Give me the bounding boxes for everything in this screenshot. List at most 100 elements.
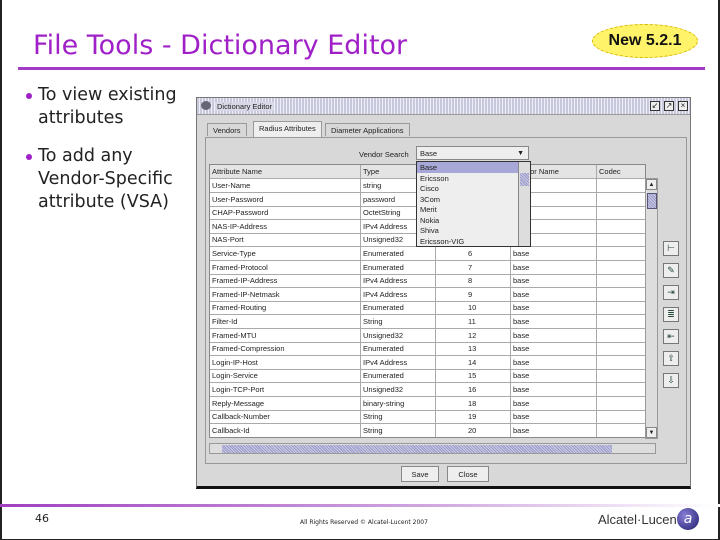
table-row[interactable]: Framed-MTU Unsigned32 12 base xyxy=(210,329,645,343)
table-row[interactable]: Login-TCP-Port Unsigned32 16 base xyxy=(210,383,645,397)
table-cell: 9 xyxy=(468,289,473,299)
table-cell: 16 xyxy=(468,385,477,394)
edit-icon[interactable]: ✎ xyxy=(663,263,679,278)
table-cell: Service-Type xyxy=(212,249,256,258)
table-cell: 11 xyxy=(468,317,476,326)
table-cell: NAS-IP-Address xyxy=(212,221,268,231)
scroll-thumb[interactable] xyxy=(647,193,657,209)
scroll-down-icon[interactable]: ▼ xyxy=(646,427,657,438)
version-badge: New 5.2.1 xyxy=(592,24,698,58)
table-cell: Enumerated xyxy=(363,249,404,258)
list-icon[interactable]: ≣ xyxy=(663,307,679,322)
table-cell: Enumerated xyxy=(363,371,404,381)
vendor-option[interactable]: Base xyxy=(417,162,530,173)
table-cell: Login-TCP-Port xyxy=(212,385,265,394)
table-row[interactable]: Framed-Routing Enumerated 10 base xyxy=(210,301,645,316)
table-cell: base xyxy=(513,303,530,313)
table-cell: 20 xyxy=(468,425,477,435)
table-cell: base xyxy=(513,398,530,408)
tab-radius-attributes[interactable]: Radius Attributes xyxy=(253,121,322,137)
chevron-down-icon[interactable]: ▼ xyxy=(517,150,524,157)
table-row[interactable]: Service-Type Enumerated 6 base xyxy=(210,247,645,261)
vendor-option[interactable]: 3Com xyxy=(417,194,530,205)
table-row[interactable]: Reply-Message binary-string 18 base xyxy=(210,397,645,411)
close-button[interactable]: Close xyxy=(447,466,489,482)
table-cell: Framed-MTU xyxy=(212,330,257,340)
table-cell: IPv4 Address xyxy=(363,221,408,231)
table-row[interactable]: Filter-Id String 11 base xyxy=(210,315,645,329)
tab-vendors[interactable]: Vendors xyxy=(207,123,247,136)
vendor-option[interactable]: Shiva xyxy=(417,225,530,236)
bullet-icon xyxy=(26,154,32,160)
table-cell: Framed-Protocol xyxy=(212,262,268,272)
table-cell: 10 xyxy=(468,303,477,313)
sort-icon[interactable]: ⇤ xyxy=(663,329,679,344)
table-cell: Filter-Id xyxy=(212,317,238,326)
table-cell: 8 xyxy=(468,276,473,286)
append-icon[interactable]: ⇥ xyxy=(663,285,679,300)
vendor-search-combo[interactable]: Base ▼ xyxy=(416,146,529,160)
table-row[interactable]: Framed-Compression Enumerated 13 base xyxy=(210,342,645,357)
move-down-icon[interactable]: ⇩ xyxy=(663,373,679,388)
table-cell: base xyxy=(513,357,530,367)
close-icon[interactable]: × xyxy=(678,101,688,111)
minimize-icon[interactable]: ↙ xyxy=(650,101,660,111)
table-row[interactable]: Callback-Number String 19 base xyxy=(210,410,645,425)
logo-icon: a xyxy=(677,508,699,530)
table-cell: User-Password xyxy=(212,194,264,204)
table-cell: Unsigned32 xyxy=(363,385,404,394)
table-cell: IPv4 Address xyxy=(363,289,408,299)
vendor-option[interactable]: Cisco xyxy=(417,183,530,194)
vendor-search-label: Vendor Search xyxy=(359,150,409,159)
save-button[interactable]: Save xyxy=(401,466,439,482)
table-cell: base xyxy=(513,276,530,286)
dropdown-scrollbar[interactable] xyxy=(518,162,530,246)
table-row[interactable]: Callback-Id String 20 base xyxy=(210,424,645,437)
column-header[interactable]: Attribute Name xyxy=(212,167,262,176)
table-row[interactable]: Login-IP-Host IPv4 Address 14 base xyxy=(210,356,645,370)
column-header[interactable]: Codec xyxy=(599,167,621,176)
table-cell: 6 xyxy=(468,249,473,258)
vendor-option[interactable]: Ericsson-VIG xyxy=(417,236,530,247)
table-cell: base xyxy=(513,289,530,299)
table-row[interactable]: Framed-IP-Address IPv4 Address 8 base xyxy=(210,274,645,289)
column-divider xyxy=(360,165,361,437)
move-up-icon[interactable]: ⇧ xyxy=(663,351,679,366)
footer-divider xyxy=(0,504,720,507)
table-cell: base xyxy=(513,412,530,422)
insert-icon[interactable]: ⊢ xyxy=(663,241,679,256)
table-cell: password xyxy=(363,194,396,204)
tab-diameter-applications[interactable]: Diameter Applications xyxy=(325,123,410,136)
combo-value: Base xyxy=(420,149,438,158)
column-divider xyxy=(596,165,597,437)
table-cell: CHAP-Password xyxy=(212,208,269,218)
dictionary-editor-window: Dictionary Editor ↙ ↗ × Vendors Radius A… xyxy=(196,97,691,489)
table-cell: 12 xyxy=(468,330,477,340)
vertical-scrollbar[interactable]: ▲ ▼ xyxy=(645,178,658,439)
vendor-dropdown-list[interactable]: Base Ericsson Cisco 3Com Merit Nokia Shiva Eric… xyxy=(416,161,531,247)
vendor-option[interactable]: Merit xyxy=(417,204,530,215)
table-cell: Login-IP-Host xyxy=(212,357,258,367)
scroll-thumb[interactable] xyxy=(222,445,612,453)
table-cell: Enumerated xyxy=(363,262,404,272)
table-cell: base xyxy=(513,330,530,340)
scroll-up-icon[interactable]: ▲ xyxy=(646,179,657,190)
table-cell: base xyxy=(513,425,530,435)
maximize-icon[interactable]: ↗ xyxy=(664,101,674,111)
table-row[interactable]: Login-Service Enumerated 15 base xyxy=(210,369,645,384)
table-cell: base xyxy=(513,371,530,381)
table-cell: Callback-Number xyxy=(212,412,270,422)
table-row[interactable]: Framed-Protocol Enumerated 7 base xyxy=(210,261,645,275)
column-header[interactable]: Type xyxy=(363,167,379,176)
table-cell: 18 xyxy=(468,398,477,408)
scroll-thumb[interactable] xyxy=(520,173,529,186)
vendor-option[interactable]: Ericsson xyxy=(417,173,530,184)
table-cell: Unsigned32 xyxy=(363,330,404,340)
title-bar[interactable]: Dictionary Editor ↙ ↗ × xyxy=(197,98,690,115)
bullet-view: To view existing attributes xyxy=(26,84,191,130)
table-cell: 7 xyxy=(468,262,473,272)
table-cell: Framed-IP-Netmask xyxy=(212,289,280,299)
horizontal-scrollbar[interactable] xyxy=(209,443,656,454)
table-row[interactable]: Framed-IP-Netmask IPv4 Address 9 base xyxy=(210,288,645,302)
vendor-option[interactable]: Nokia xyxy=(417,215,530,226)
